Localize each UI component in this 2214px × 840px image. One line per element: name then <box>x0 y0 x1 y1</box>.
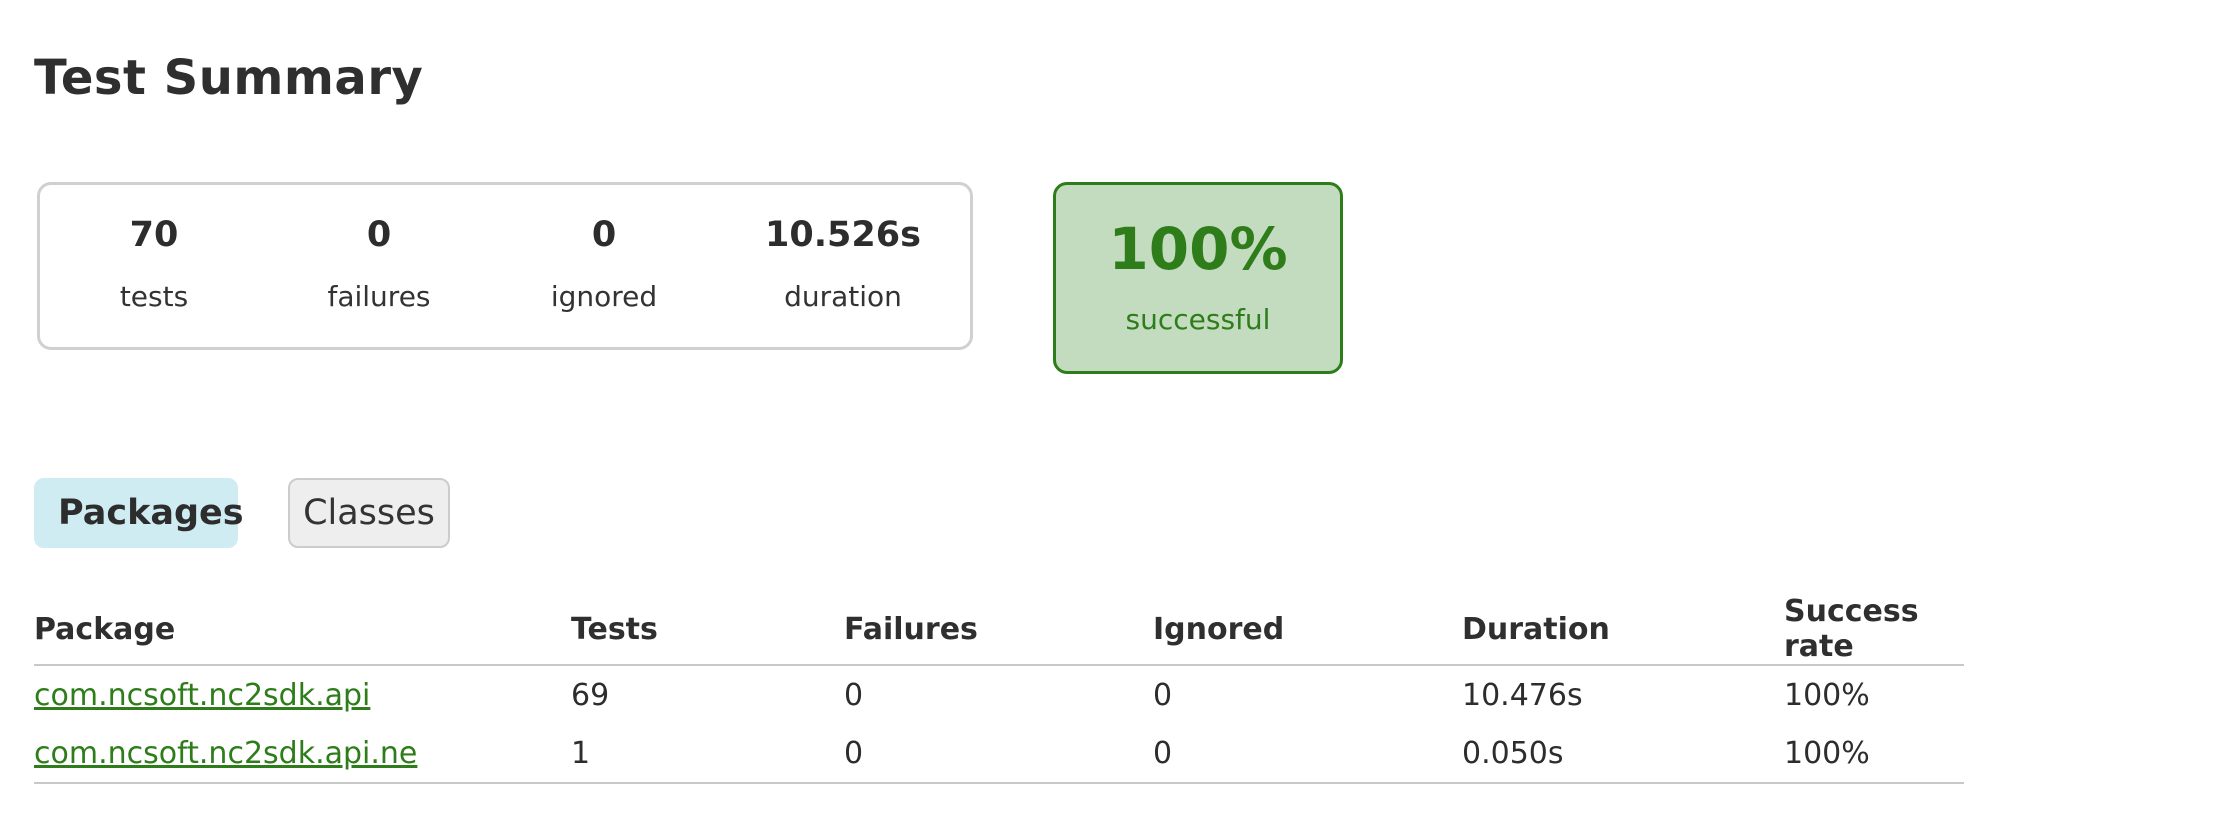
header-success-rate: Success rate <box>1784 594 1964 666</box>
header-duration: Duration <box>1462 594 1784 666</box>
cell-ignored: 0 <box>1153 677 1173 713</box>
cell-ignored: 0 <box>1153 724 1462 784</box>
ignored-label: ignored <box>550 280 658 313</box>
duration-value: 10.526s <box>765 215 921 255</box>
package-link[interactable]: com.ncsoft.nc2sdk.api <box>34 678 370 713</box>
packages-table: Package Tests Failures Ignored Duration … <box>34 594 1964 784</box>
header-tests: Tests <box>571 594 844 666</box>
cell-failures: 0 <box>844 677 864 713</box>
duration-label: duration <box>784 280 902 313</box>
cell-package: com.ncsoft.nc2sdk.api.ne <box>34 724 571 784</box>
tab-packages[interactable]: Packages <box>34 478 244 548</box>
cell-duration: 0.050s <box>1462 724 1784 784</box>
success-rate-box: 100% successful <box>1053 182 1343 374</box>
table-header-row: Package Tests Failures Ignored Duration … <box>34 594 1964 666</box>
cell-failures: 0 <box>844 724 1153 784</box>
failures-label: failures <box>327 280 431 313</box>
success-rate-label: successful <box>1125 303 1271 336</box>
cell-success-rate: 100% <box>1784 724 1964 784</box>
header-package: Package <box>34 594 571 666</box>
ignored-count: 0 <box>591 215 617 255</box>
header-ignored: Ignored <box>1153 594 1462 666</box>
tests-label: tests <box>119 280 189 313</box>
package-link[interactable]: com.ncsoft.nc2sdk.api.ne <box>34 736 417 771</box>
success-rate-value: 100% <box>1108 215 1288 283</box>
cell-tests: 1 <box>571 724 844 784</box>
cell-package: com.ncsoft.nc2sdk.api <box>34 665 571 724</box>
cell-success-rate: 100% <box>1784 677 1870 713</box>
header-failures: Failures <box>844 594 1153 666</box>
table-row: com.ncsoft.nc2sdk.api 69 0 0 10.476s 100… <box>34 665 1964 724</box>
table-row: com.ncsoft.nc2sdk.api.ne 1 0 0 0.050s 10… <box>34 724 1964 784</box>
page-title: Test Summary <box>34 50 424 106</box>
summary-box: 70 tests 0 failures 0 ignored 10.526s du… <box>37 182 973 350</box>
tab-classes[interactable]: Classes <box>288 478 450 548</box>
cell-duration: 10.476s <box>1462 677 1583 713</box>
cell-tests: 69 <box>571 677 610 713</box>
tests-count: 70 <box>129 215 179 255</box>
failures-count: 0 <box>366 215 392 255</box>
